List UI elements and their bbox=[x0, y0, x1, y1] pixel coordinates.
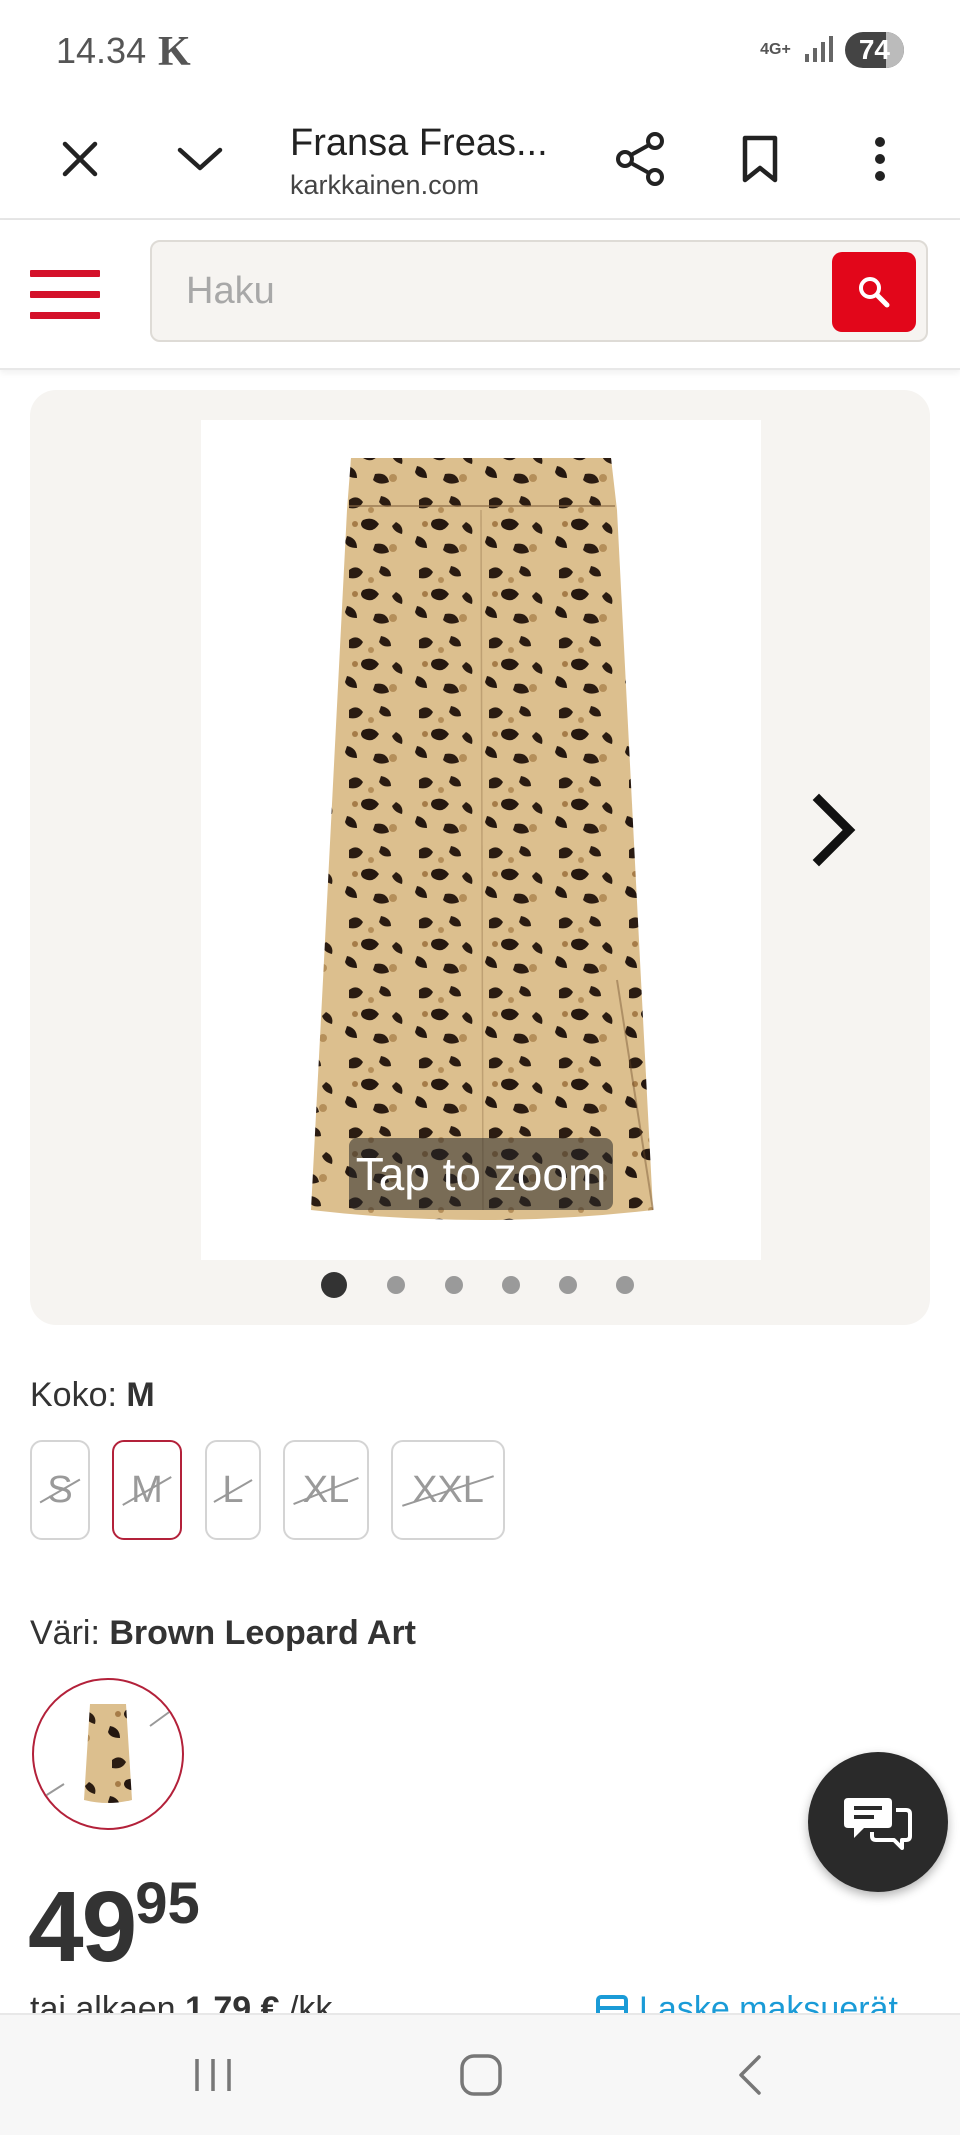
product-price: 4995 bbox=[28, 1870, 200, 1985]
search-input[interactable]: Haku bbox=[186, 270, 275, 313]
gallery-dot-3[interactable] bbox=[445, 1276, 463, 1294]
gallery-dot-2[interactable] bbox=[387, 1276, 405, 1294]
product-image[interactable]: Tap to zoom bbox=[201, 420, 761, 1260]
price-main: 49 bbox=[28, 1871, 137, 1983]
size-option-s[interactable]: S bbox=[30, 1440, 90, 1540]
size-label-text: Koko: bbox=[30, 1376, 117, 1414]
share-icon[interactable] bbox=[605, 124, 675, 194]
menu-icon[interactable] bbox=[30, 270, 100, 320]
color-selected-value: Brown Leopard Art bbox=[109, 1614, 417, 1652]
size-option-l[interactable]: L bbox=[205, 1440, 261, 1540]
bookmark-icon[interactable] bbox=[725, 124, 795, 194]
site-header: Haku bbox=[0, 220, 960, 370]
leopard-skirt-image bbox=[311, 458, 654, 1220]
tab-url[interactable]: karkkainen.com bbox=[290, 170, 479, 201]
gallery-dot-6[interactable] bbox=[616, 1276, 634, 1294]
size-option-xl[interactable]: XL bbox=[283, 1440, 369, 1540]
color-label: Väri: Brown Leopard Art bbox=[30, 1614, 416, 1653]
gallery-dot-1[interactable] bbox=[321, 1272, 347, 1298]
battery-indicator: 74 bbox=[844, 32, 904, 68]
status-bar: 14.34 K 4G+ 74 bbox=[0, 0, 960, 100]
battery-level: 74 bbox=[858, 34, 890, 65]
back-icon[interactable] bbox=[720, 2045, 780, 2105]
chat-icon bbox=[844, 1798, 912, 1850]
size-selected-value: M bbox=[126, 1376, 155, 1414]
chevron-down-icon[interactable] bbox=[165, 124, 235, 194]
system-nav-bar bbox=[0, 2013, 960, 2135]
more-vertical-icon[interactable] bbox=[845, 124, 915, 194]
status-time: 14.34 bbox=[56, 30, 147, 71]
status-indicators: 4G+ 74 bbox=[760, 32, 904, 68]
tab-title[interactable]: Fransa Freas... bbox=[290, 122, 548, 165]
product-gallery[interactable]: Tap to zoom bbox=[30, 390, 930, 1325]
size-option-m[interactable]: M bbox=[112, 1440, 182, 1540]
network-type: 4G+ bbox=[760, 41, 791, 58]
search-button[interactable] bbox=[832, 252, 916, 332]
home-icon[interactable] bbox=[451, 2045, 511, 2105]
chat-button[interactable] bbox=[808, 1752, 948, 1892]
color-label-text: Väri: bbox=[30, 1614, 100, 1652]
recent-apps-icon[interactable] bbox=[183, 2045, 243, 2105]
search-field[interactable]: Haku bbox=[150, 240, 928, 342]
size-option-xxl[interactable]: XXL bbox=[391, 1440, 505, 1540]
browser-toolbar: Fransa Freas... karkkainen.com bbox=[0, 100, 960, 220]
close-icon[interactable] bbox=[45, 124, 115, 194]
gallery-dot-4[interactable] bbox=[502, 1276, 520, 1294]
carrier-logo: K bbox=[158, 29, 191, 75]
color-swatch-brown-leopard[interactable] bbox=[32, 1678, 184, 1830]
gallery-dot-5[interactable] bbox=[559, 1276, 577, 1294]
signal-icon bbox=[804, 36, 833, 62]
search-icon bbox=[859, 277, 890, 308]
size-label: Koko: M bbox=[30, 1376, 155, 1415]
price-cents: 95 bbox=[135, 1871, 200, 1936]
next-image-arrow-icon[interactable] bbox=[805, 790, 865, 870]
zoom-hint[interactable]: Tap to zoom bbox=[349, 1138, 613, 1210]
